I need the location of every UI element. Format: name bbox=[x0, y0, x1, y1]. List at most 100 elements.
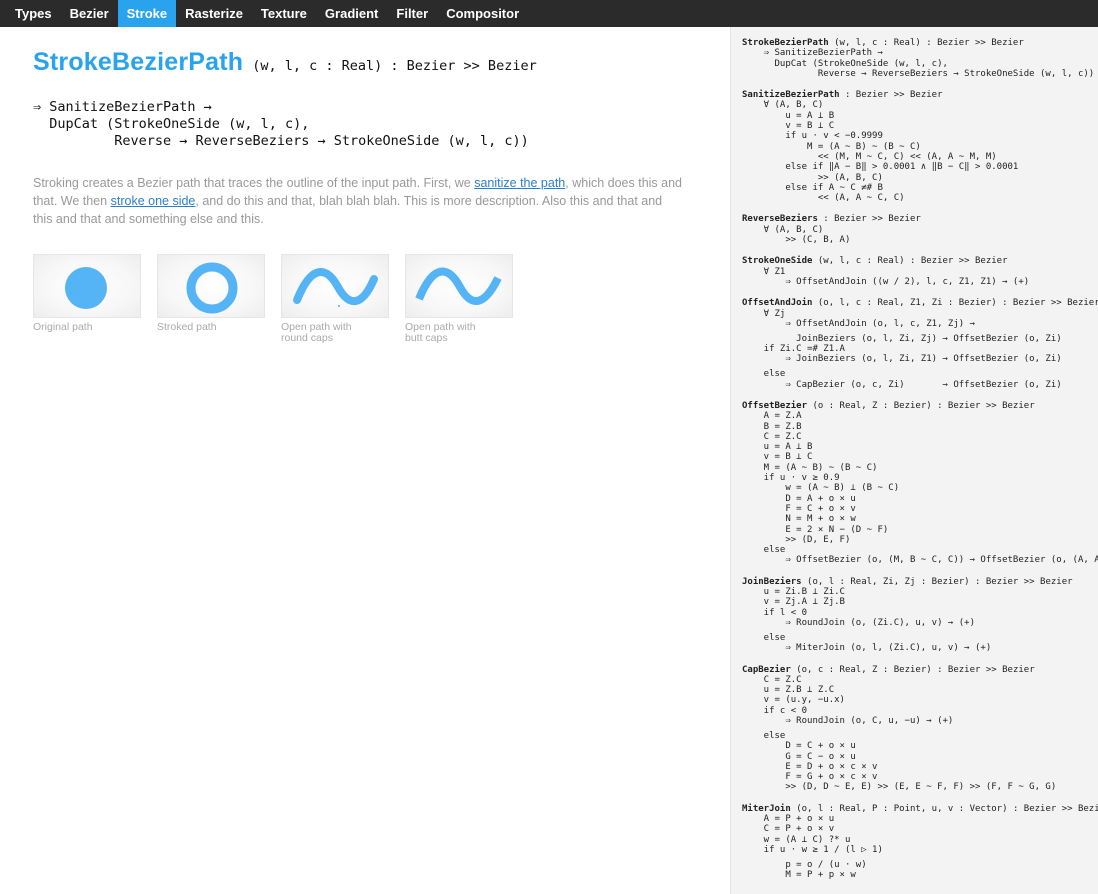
code-line: G = C − o × u bbox=[742, 751, 856, 762]
heading: StrokeBezierPath (w, l, c : Real) : Bezi… bbox=[33, 48, 713, 77]
code-line: ⇒ CapBezier (o, c, Zi) → OffsetBezier (o… bbox=[742, 379, 1062, 390]
code-line: F = G + o × c × v bbox=[742, 772, 878, 783]
code-line: ⇒ OffsetBezier (o, (M, B ~ C, C)) → Offs… bbox=[785, 555, 1098, 566]
function-name: OffsetBezier bbox=[742, 400, 808, 411]
thumbnail-caption: Open path with butt caps bbox=[405, 321, 476, 344]
function-signature: (w, l, c : Real) : Bezier >> Bezier bbox=[828, 38, 1024, 48]
thumbnail-butt-caps[interactable]: Open path with butt caps bbox=[405, 254, 513, 344]
code-line: JoinBeziers (o, l, Zi, Zj) → OffsetBezie… bbox=[742, 333, 1062, 344]
code-line: C = Z.C bbox=[742, 431, 802, 442]
code-line: ⇒ JoinBeziers (o, l, Zi, Z1) → OffsetBez… bbox=[742, 354, 1062, 365]
tab-gradient[interactable]: Gradient bbox=[316, 0, 387, 27]
tab-filter[interactable]: Filter bbox=[387, 0, 437, 27]
tab-rasterize[interactable]: Rasterize bbox=[176, 0, 252, 27]
code-line: else bbox=[742, 369, 786, 380]
code-line: if u · v ≥ 0.9 bbox=[742, 473, 840, 484]
ring-icon bbox=[186, 262, 238, 314]
code-line: ∀ Z1 bbox=[742, 266, 786, 277]
thumbnail-original-path[interactable]: Original path bbox=[33, 254, 141, 344]
code-block: OffsetBezier (o : Real, Z : Bezier) : Be… bbox=[742, 401, 1098, 566]
code-line: p = o / (u · w) bbox=[742, 859, 867, 870]
code-line: else bbox=[742, 730, 786, 741]
code-line: ∀ (A, B, C) bbox=[742, 224, 824, 235]
code-line: >> (A, B, C) bbox=[742, 172, 883, 183]
code-block-header: OffsetAndJoin (o, l, c : Real, Z1, Zi : … bbox=[742, 298, 1098, 308]
code-block: ReverseBeziers : Bezier >> Bezier ∀ (A, … bbox=[742, 214, 1098, 245]
thumbnail-image bbox=[281, 254, 389, 318]
code-line: C = Z.C bbox=[742, 674, 802, 685]
thumbnail-image bbox=[405, 254, 513, 318]
code-line: << (A, A ~ C, C) bbox=[742, 193, 905, 204]
code-line: if Zi.C =# Z1.A bbox=[742, 344, 845, 355]
definition-code: ⇒ SanitizeBezierPath → DupCat (StrokeOne… bbox=[33, 99, 529, 149]
code-line: ∀ (A, B, C) bbox=[742, 100, 824, 111]
code-sidebar[interactable]: StrokeBezierPath (w, l, c : Real) : Bezi… bbox=[730, 27, 1098, 894]
main-content: StrokeBezierPath (w, l, c : Real) : Bezi… bbox=[33, 27, 713, 344]
function-name: MiterJoin bbox=[742, 803, 791, 814]
code-block-header: CapBezier (o, c : Real, Z : Bezier) : Be… bbox=[742, 665, 1098, 675]
thumbnail-image bbox=[33, 254, 141, 318]
page-title: StrokeBezierPath bbox=[33, 48, 244, 76]
description: Stroking creates a Bezier path that trac… bbox=[33, 174, 683, 228]
code-line: else bbox=[742, 545, 786, 556]
code-line: Reverse → ReverseBeziers → StrokeOneSide… bbox=[742, 68, 1095, 79]
tab-compositor[interactable]: Compositor bbox=[437, 0, 528, 27]
code-line: D = C + o × u bbox=[742, 741, 856, 752]
code-line: ⇒ RoundJoin (o, C, u, −u) → (+) bbox=[742, 715, 954, 726]
thumbnail-row: Original path Stroked path Open path wit… bbox=[33, 254, 713, 344]
code-block-header: ReverseBeziers : Bezier >> Bezier bbox=[742, 214, 1098, 224]
function-signature: (o, l, c : Real, Z1, Zi : Bezier) : Bezi… bbox=[812, 298, 1098, 309]
top-nav: Types Bezier Stroke Rasterize Texture Gradien… bbox=[0, 0, 1098, 27]
code-line: if l < 0 bbox=[742, 607, 808, 618]
thumbnail-round-caps[interactable]: Open path with round caps bbox=[281, 254, 389, 344]
function-signature: (o, l : Real, Zi, Zj : Bezier) : Bezier … bbox=[801, 576, 1073, 587]
function-signature: (o, c : Real, Z : Bezier) : Bezier >> Be… bbox=[790, 664, 1035, 675]
function-name: OffsetAndJoin bbox=[742, 298, 813, 309]
code-line: ⇒ OffsetAndJoin ((w / 2), l, c, Z1, Z1) … bbox=[742, 276, 1030, 287]
code-line: ⇒ SanitizeBezierPath → bbox=[742, 48, 883, 59]
tab-stroke[interactable]: Stroke bbox=[117, 0, 177, 27]
code-line: << (M, M ~ C, C) << (A, A ~ M, M) bbox=[742, 151, 997, 162]
code-line: M = P + p × w bbox=[742, 870, 856, 881]
stroke-one-side-link[interactable]: stroke one side bbox=[111, 194, 196, 208]
tab-bezier[interactable]: Bezier bbox=[61, 0, 118, 27]
code-line: ⇒ RoundJoin (o, (Zi.C), u, v) → (+) bbox=[742, 617, 975, 628]
butt-cap-wave-icon bbox=[415, 267, 502, 305]
code-line: >> (D, D ~ E, E) >> (E, E ~ F, F) >> (F,… bbox=[742, 782, 1057, 793]
thumbnail-stroked-path[interactable]: Stroked path bbox=[157, 254, 265, 344]
code-listing: StrokeBezierPath (w, l, c : Real) : Bezi… bbox=[731, 27, 1098, 881]
function-name: SanitizeBezierPath bbox=[742, 90, 840, 101]
code-line: w = (A ~ B) ⊥ (B ~ C) bbox=[742, 483, 900, 494]
tab-texture[interactable]: Texture bbox=[252, 0, 316, 27]
function-signature: : Bezier >> Bezier bbox=[839, 90, 943, 101]
code-line: A = Z.A bbox=[742, 411, 802, 422]
code-block: StrokeOneSide (w, l, c : Real) : Bezier … bbox=[742, 256, 1098, 287]
code-block-header: SanitizeBezierPath : Bezier >> Bezier bbox=[742, 90, 1098, 100]
code-block-header: MiterJoin (o, l : Real, P : Point, u, v … bbox=[742, 804, 1098, 814]
description-text: Stroking creates a Bezier path that trac… bbox=[33, 176, 475, 190]
thumbnail-image bbox=[157, 254, 265, 318]
code-line: N = M + o × w bbox=[742, 514, 856, 525]
function-name: ReverseBeziers bbox=[742, 214, 818, 225]
thumbnail-caption: Stroked path bbox=[157, 321, 217, 333]
code-line: u = Z.B ⊥ Z.C bbox=[742, 685, 835, 696]
code-line: M = (A ~ B) ~ (B ~ C) bbox=[742, 462, 878, 473]
tab-types[interactable]: Types bbox=[0, 0, 61, 27]
code-line: u = A ⊥ B bbox=[742, 110, 835, 121]
code-line: v = B ⊥ C bbox=[742, 121, 835, 132]
code-line: if u · v < −0.9999 bbox=[742, 131, 883, 142]
code-line: E = D + o × c × v bbox=[742, 761, 878, 772]
code-block: StrokeBezierPath (w, l, c : Real) : Bezi… bbox=[742, 38, 1098, 79]
code-line: v = Zj.A ⊥ Zj.B bbox=[742, 597, 845, 608]
code-line: else if A ~ C ≠# B bbox=[742, 182, 883, 193]
function-signature: : Bezier >> Bezier bbox=[817, 214, 921, 225]
code-line: w = (A ⊥ C) ?* u bbox=[742, 834, 851, 845]
code-line: ⇒ OffsetAndJoin (o, l, c, Z1, Zj) → bbox=[742, 318, 975, 329]
code-line: M = (A ~ B) ~ (B ~ C) bbox=[742, 141, 921, 152]
code-line: >> (D, E, F) bbox=[742, 534, 851, 545]
code-line: if c < 0 bbox=[742, 705, 808, 716]
title-signature: (w, l, c : Real) : Bezier >> Bezier bbox=[252, 58, 537, 74]
code-line: v = (u.y, −u.x) bbox=[742, 695, 845, 706]
sanitize-path-link[interactable]: sanitize the path bbox=[474, 176, 565, 190]
code-line: E = 2 × N − (D ~ F) bbox=[742, 524, 889, 535]
